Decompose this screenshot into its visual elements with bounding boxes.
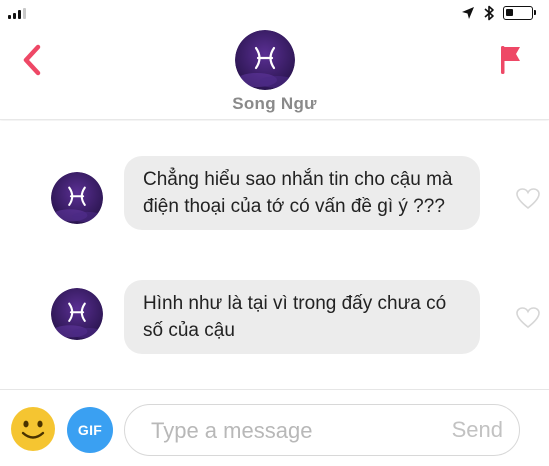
smiley-icon — [11, 407, 55, 451]
battery-icon — [503, 6, 536, 20]
like-button[interactable] — [515, 187, 541, 211]
header-avatar[interactable] — [235, 30, 295, 90]
contact-name[interactable]: Song Ngư — [0, 94, 549, 114]
heart-icon — [516, 307, 540, 329]
like-button[interactable] — [515, 306, 541, 330]
emoji-button[interactable] — [10, 406, 56, 452]
signal-icon — [8, 8, 26, 19]
status-right — [461, 5, 536, 21]
status-bar — [0, 0, 549, 28]
gif-button[interactable]: GIF — [67, 407, 113, 453]
chat-header: Song Ngư — [0, 28, 549, 120]
back-button[interactable] — [18, 42, 48, 78]
message-bubble[interactable]: Hình như là tại vì trong đấy chưa có số … — [124, 280, 480, 354]
location-icon — [462, 7, 474, 19]
message-avatar[interactable] — [51, 288, 103, 340]
message-list[interactable]: Chẳng hiểu sao nhắn tin cho cậu mà điện … — [0, 121, 549, 389]
report-button[interactable] — [495, 42, 525, 78]
message-input[interactable] — [151, 415, 411, 447]
message-field: Send — [124, 404, 520, 456]
flag-icon — [501, 46, 520, 74]
message-text: Chẳng hiểu sao nhắn tin cho cậu mà điện … — [143, 169, 453, 217]
bluetooth-icon — [484, 5, 494, 21]
heart-icon — [516, 188, 540, 210]
chevron-left-icon — [23, 44, 41, 76]
message-bubble[interactable]: Chẳng hiểu sao nhắn tin cho cậu mà điện … — [124, 156, 480, 230]
message-composer: GIF Send — [0, 389, 549, 466]
send-button[interactable]: Send — [452, 417, 503, 443]
message-avatar[interactable] — [51, 172, 103, 224]
message-text: Hình như là tại vì trong đấy chưa có số … — [143, 293, 447, 341]
